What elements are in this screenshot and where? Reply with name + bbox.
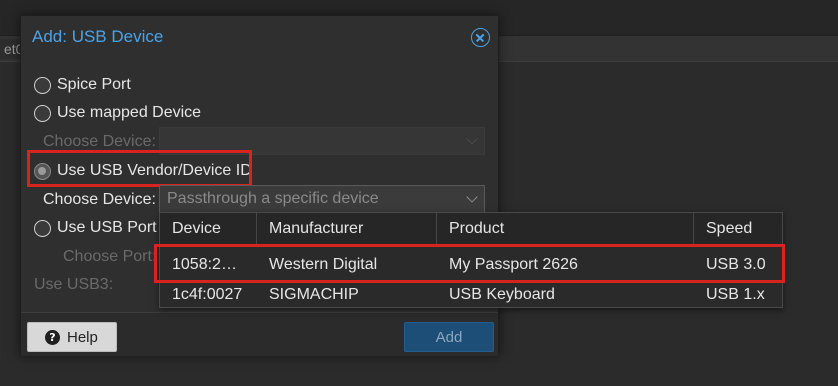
column-header-product[interactable]: Product (437, 213, 694, 245)
highlight-box-selected-row (154, 244, 785, 283)
radio-label: Spice Port (57, 76, 131, 93)
chevron-down-icon (466, 133, 478, 145)
cell-product: USB Keyboard (449, 286, 555, 303)
dialog-header: Add: USB Device (21, 16, 498, 60)
port-choose-label: Choose Port: (63, 248, 157, 265)
radio-button[interactable] (34, 76, 51, 94)
dialog-title: Add: USB Device (32, 27, 164, 46)
column-header-manufacturer[interactable]: Manufacturer (257, 213, 437, 245)
vendor-device-select[interactable]: Passthrough a specific device (159, 185, 485, 213)
radio-use-usb-port[interactable]: Use USB Port (34, 217, 157, 239)
dialog-footer: ? Help Add (21, 312, 498, 356)
radio-button[interactable] (34, 104, 51, 122)
radio-button[interactable] (34, 219, 51, 237)
radio-spice-port[interactable]: Spice Port (34, 74, 131, 96)
vendor-choose-device-label: Choose Device: (43, 191, 156, 208)
grid-header: Device Manufacturer Product Speed (160, 213, 782, 245)
table-row[interactable]: 1c4f:0027 SIGMACHIP USB Keyboard USB 1.x (160, 280, 782, 310)
cell-device: 1c4f:0027 (172, 286, 243, 303)
chevron-down-icon[interactable] (466, 191, 478, 203)
help-icon: ? (45, 329, 60, 345)
help-button[interactable]: ? Help (27, 322, 117, 352)
radio-use-mapped-device[interactable]: Use mapped Device (34, 102, 201, 124)
background-header-fragment (520, 8, 760, 28)
add-button[interactable]: Add (404, 322, 494, 352)
close-icon[interactable] (471, 28, 490, 47)
column-header-device[interactable]: Device (160, 213, 257, 245)
add-button-label: Add (435, 328, 463, 346)
help-button-label: Help (67, 328, 98, 346)
column-header-speed[interactable]: Speed (694, 213, 782, 245)
cell-manufacturer: SIGMACHIP (269, 286, 359, 303)
use-usb3-label: Use USB3: (34, 276, 114, 293)
vendor-device-placeholder: Passthrough a specific device (167, 190, 379, 207)
radio-label: Use USB Port (57, 219, 157, 236)
radio-label: Use mapped Device (57, 104, 202, 121)
mapped-choose-device-label: Choose Device: (43, 133, 156, 150)
highlight-box-vendor-option (27, 150, 252, 187)
cell-speed: USB 1.x (706, 286, 765, 303)
